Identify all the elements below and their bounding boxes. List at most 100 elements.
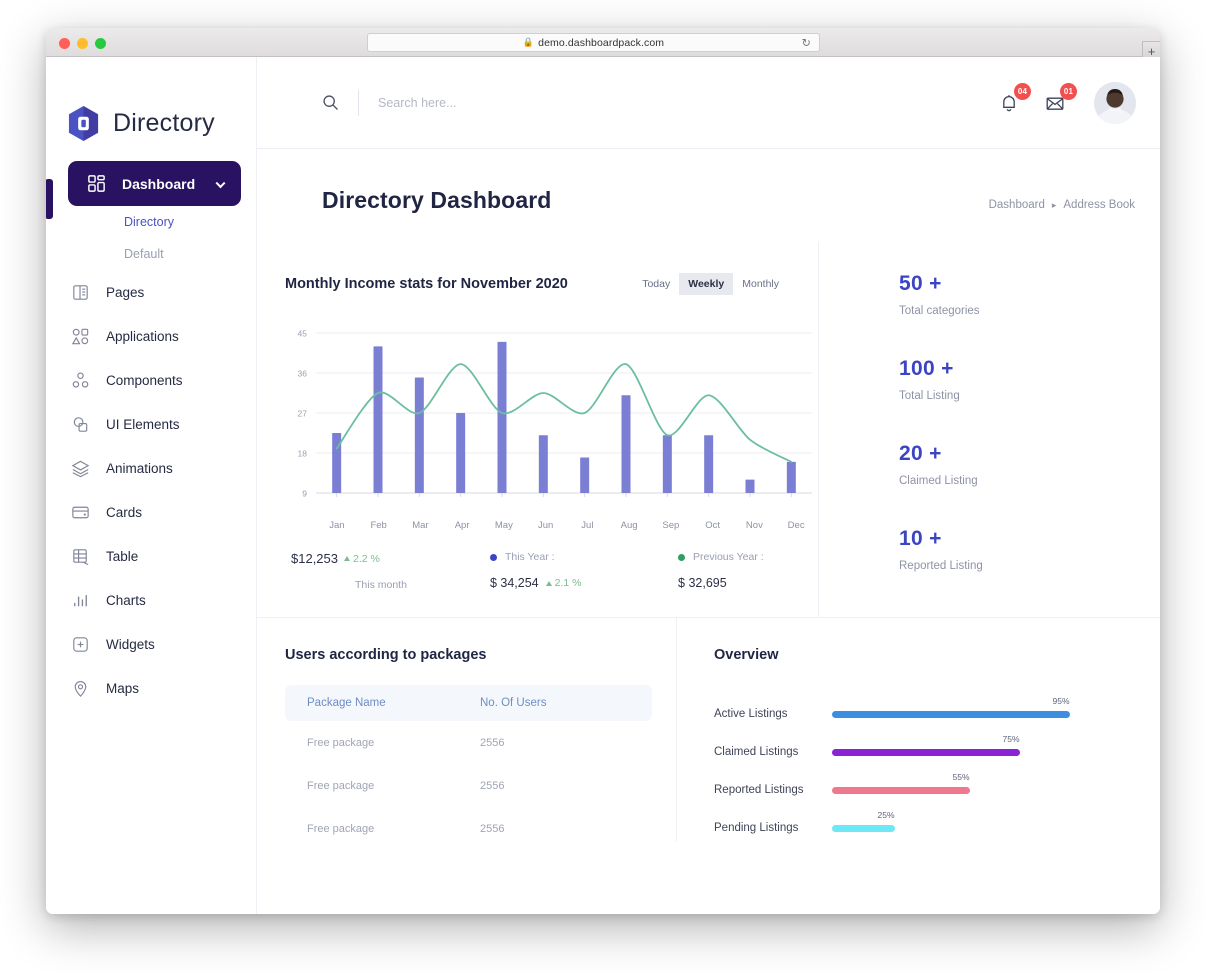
sidebar-item-animations[interactable]: Animations xyxy=(46,446,256,490)
income-chart-card: Monthly Income stats for November 2020 T… xyxy=(257,242,819,617)
grid-icon xyxy=(86,173,107,194)
sidebar-item-table[interactable]: Table xyxy=(46,534,256,578)
sidebar-item-cards[interactable]: Cards xyxy=(46,490,256,534)
x-axis-label: Jan xyxy=(329,520,345,531)
svg-text:27: 27 xyxy=(298,409,308,419)
topbar: 04 01 xyxy=(257,57,1160,149)
sidebar-item-label: UI Elements xyxy=(106,416,180,432)
this-year-delta-value: 2.1 % xyxy=(554,577,582,589)
this-month-amount: $12,253 xyxy=(291,551,338,566)
sidebar-item-components[interactable]: Components xyxy=(46,358,256,402)
browser-window: 🔒 demo.dashboardpack.com ↻ + Directory D… xyxy=(46,28,1160,914)
this-year-label: This Year : xyxy=(504,551,555,563)
sidebar-item-label: Charts xyxy=(106,592,146,608)
notifications-badge: 04 xyxy=(1014,82,1031,100)
overview-percent-label: 25% xyxy=(877,810,895,820)
column-package-name[interactable]: Package Name xyxy=(285,685,480,721)
sidebar-item-maps[interactable]: Maps xyxy=(46,666,256,710)
overview-progress-track: 55% xyxy=(832,772,1128,800)
sidebar-toggle-handle[interactable] xyxy=(46,179,53,219)
minimize-window-button[interactable] xyxy=(77,38,88,49)
cell-no-of-users: 2556 xyxy=(480,780,505,792)
overview-percent-label: 75% xyxy=(1002,734,1020,744)
kpi-total-categories: 50 + Total categories xyxy=(899,272,1160,317)
kpi-value: 10 + xyxy=(899,527,942,550)
reload-icon[interactable]: ↻ xyxy=(802,36,811,49)
bell-icon[interactable]: 04 xyxy=(998,82,1031,114)
stat-prev-year: Previous Year : $ 32,695 xyxy=(625,551,788,591)
search-icon[interactable] xyxy=(322,94,339,111)
caret-up-icon xyxy=(545,580,552,586)
sidebar-item-widgets[interactable]: Widgets xyxy=(46,622,256,666)
new-tab-label: + xyxy=(1147,43,1156,59)
overview-row: Claimed Listings 75% xyxy=(714,733,1128,771)
breadcrumb-root[interactable]: Dashboard xyxy=(989,199,1045,211)
overview-progress-bar xyxy=(832,749,1020,756)
x-axis-label: Dec xyxy=(787,520,805,531)
cell-package-name: Free package xyxy=(307,823,375,835)
sidebar-item-label: Components xyxy=(106,372,183,388)
cell-no-of-users: 2556 xyxy=(480,823,505,835)
overview-label: Reported Listings xyxy=(714,784,804,796)
address-bar-url: demo.dashboardpack.com xyxy=(538,36,665,49)
avatar[interactable] xyxy=(1094,81,1136,124)
sidebar-subitem-default[interactable]: Default xyxy=(46,238,256,270)
top-panels: Monthly Income stats for November 2020 T… xyxy=(257,242,1160,617)
ui-elements-icon xyxy=(70,414,91,435)
column-no-of-users[interactable]: No. Of Users xyxy=(480,685,652,721)
income-chart-plot: 9 18 27 36 45 Jan Feb Mar Apr May Jun Jul Aug Sep Oct… xyxy=(285,325,812,531)
kpi-label: Total Listing xyxy=(899,390,960,402)
close-window-button[interactable] xyxy=(59,38,70,49)
table-row[interactable]: Free package 2556 xyxy=(285,807,652,850)
x-axis-label: Feb xyxy=(370,520,387,531)
maximize-window-button[interactable] xyxy=(95,38,106,49)
directory-logo-icon xyxy=(67,105,100,142)
x-axis-label: Oct xyxy=(705,520,721,531)
range-monthly[interactable]: Monthly xyxy=(733,273,788,295)
sidebar-item-label: Widgets xyxy=(106,636,155,652)
sidebar-subitem-directory[interactable]: Directory xyxy=(46,206,256,238)
cell-package-name: Free package xyxy=(307,737,375,749)
range-toggle: Today Weekly Monthly xyxy=(633,273,788,295)
page-viewport: Directory Dashboard Directory Default Pa… xyxy=(46,57,1160,914)
range-today[interactable]: Today xyxy=(633,273,679,295)
this-month-label: This month xyxy=(355,579,407,591)
x-axis-label: Jun xyxy=(537,520,554,531)
sidebar-item-charts[interactable]: Charts xyxy=(46,578,256,622)
bottom-panels: Users according to packages Package Name… xyxy=(257,617,1160,847)
overview-progress-bar xyxy=(832,787,970,794)
kpi-label: Reported Listing xyxy=(899,560,983,572)
kpi-label: Total categories xyxy=(899,305,980,317)
income-chart-svg: 9 18 27 36 45 xyxy=(298,329,812,499)
table-header-row: Package Name No. Of Users xyxy=(285,685,652,721)
overview-title: Overview xyxy=(714,647,779,663)
x-axis-label: Mar xyxy=(412,520,429,531)
address-bar[interactable]: 🔒 demo.dashboardpack.com ↻ xyxy=(367,33,820,52)
overview-row: Pending Listings 25% xyxy=(714,809,1128,847)
this-month-delta: 2.2 % xyxy=(344,553,380,565)
envelope-icon[interactable]: 01 xyxy=(1044,82,1077,114)
overview-progress-track: 25% xyxy=(832,810,1128,838)
table-row[interactable]: Free package 2556 xyxy=(285,721,652,764)
sidebar-item-label: Maps xyxy=(106,680,140,696)
table-row[interactable]: Free package 2556 xyxy=(285,764,652,807)
sidebar-item-label: Animations xyxy=(106,460,173,476)
card-icon xyxy=(70,502,91,523)
overview-progress-track: 95% xyxy=(832,696,1128,724)
shapes-icon xyxy=(70,326,91,347)
sidebar-item-label: Pages xyxy=(106,284,145,300)
breadcrumb: Dashboard ▸ Address Book xyxy=(989,199,1135,211)
main-area: 04 01 xyxy=(257,57,1160,914)
search-input[interactable] xyxy=(378,95,658,110)
sidebar-item-dashboard[interactable]: Dashboard xyxy=(68,161,241,206)
range-weekly[interactable]: Weekly xyxy=(679,273,734,295)
sidebar-item-applications[interactable]: Applications xyxy=(46,314,256,358)
plus-square-icon xyxy=(70,634,91,655)
layout-icon xyxy=(70,282,91,303)
messages-badge: 01 xyxy=(1060,82,1077,100)
overview-percent-label: 95% xyxy=(1052,696,1070,706)
overview-percent-label: 55% xyxy=(952,772,970,782)
sidebar-item-ui-elements[interactable]: UI Elements xyxy=(46,402,256,446)
brand[interactable]: Directory xyxy=(46,57,256,153)
sidebar-item-pages[interactable]: Pages xyxy=(46,270,256,314)
